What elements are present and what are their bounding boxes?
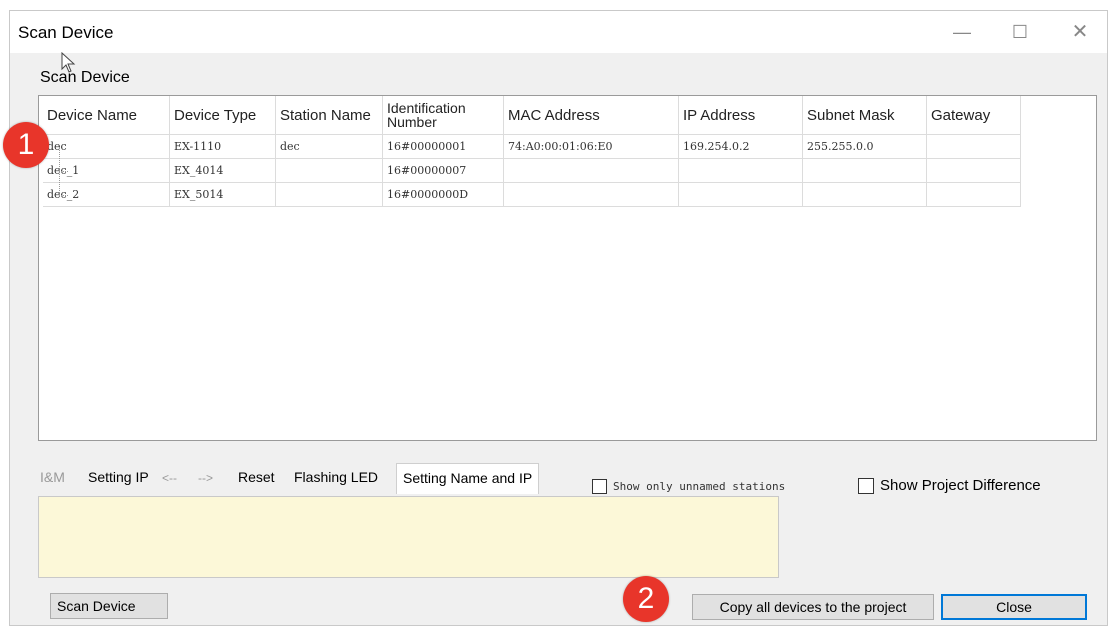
tab-im[interactable]: I&M (40, 469, 65, 485)
table-row[interactable]: dec_2 EX_5014 16#0000000D (43, 170, 1021, 207)
tab-setting-ip[interactable]: Setting IP (88, 469, 149, 485)
cell-identification-number: 16#00000007 (382, 158, 504, 183)
scan-device-button[interactable]: Scan Device (50, 593, 168, 619)
cell-device-type: EX_4014 (169, 158, 276, 183)
tab-flashing-led[interactable]: Flashing LED (294, 469, 378, 485)
table-row[interactable]: dec_1 EX_4014 16#00000007 (43, 146, 1021, 183)
cell-subnet-mask (802, 158, 927, 183)
cell-station-name: dec (275, 134, 383, 159)
close-button[interactable]: Close (941, 594, 1087, 620)
table-header-row: Device Name Device Type Station Name Ide… (43, 96, 1021, 135)
col-device-name[interactable]: Device Name (43, 96, 170, 135)
cell-identification-number: 16#00000001 (382, 134, 504, 159)
col-id-line1: Identification (387, 100, 466, 116)
col-gateway[interactable]: Gateway (926, 96, 1021, 135)
cell-device-name: dec_2 (43, 170, 170, 207)
cell-subnet-mask (802, 182, 927, 207)
table-row[interactable]: dec EX-1110 dec 16#00000001 74:A0:00:01:… (43, 134, 1021, 159)
cell-gateway (926, 158, 1021, 183)
cell-mac-address (503, 158, 679, 183)
tab-reset[interactable]: Reset (238, 469, 275, 485)
show-unnamed-checkbox[interactable]: Show only unnamed stations (592, 479, 785, 494)
checkbox-box[interactable] (858, 477, 874, 494)
show-project-difference-checkbox[interactable]: Show Project Difference (858, 477, 1041, 494)
cell-ip-address (678, 158, 803, 183)
cell-ip-address: 169.254.0.2 (678, 134, 803, 159)
tab-setting-name-and-ip[interactable]: Setting Name and IP (396, 463, 540, 494)
col-subnet-mask[interactable]: Subnet Mask (802, 96, 927, 135)
cell-device-name: dec_1 (43, 146, 170, 183)
scan-device-dialog: Scan Device — ☐ ✕ Scan Device Device Nam… (9, 10, 1108, 626)
device-grid[interactable]: Device Name Device Type Station Name Ide… (38, 95, 1097, 441)
device-table: Device Name Device Type Station Name Ide… (43, 96, 1021, 207)
col-id-line2: Number (387, 114, 437, 130)
cell-ip-address (678, 182, 803, 207)
checkbox-box[interactable] (592, 479, 607, 494)
copy-all-devices-button[interactable]: Copy all devices to the project (692, 594, 934, 620)
maximize-icon[interactable]: ☐ (1007, 19, 1033, 45)
action-tabs: I&M Setting IP <-- --> Reset Flashing LE… (40, 463, 560, 494)
cell-station-name (275, 158, 383, 183)
close-icon[interactable]: ✕ (1067, 19, 1093, 45)
title-bar: Scan Device — ☐ ✕ (10, 11, 1107, 53)
col-identification-number[interactable]: Identification Number (382, 96, 504, 135)
col-ip-address[interactable]: IP Address (678, 96, 803, 135)
tab-arrow-left[interactable]: <-- (162, 471, 177, 485)
cell-mac-address (503, 182, 679, 207)
cell-station-name (275, 182, 383, 207)
cell-subnet-mask: 255.255.0.0 (802, 134, 927, 159)
annotation-badge-2: 2 (623, 576, 669, 622)
cell-gateway (926, 134, 1021, 159)
cell-device-type: EX-1110 (169, 134, 276, 159)
cell-mac-address: 74:A0:00:01:06:E0 (503, 134, 679, 159)
annotation-badge-1: 1 (3, 122, 49, 168)
window-title: Scan Device (18, 23, 114, 42)
cell-device-name: dec (43, 134, 170, 159)
cell-device-type: EX_5014 (169, 182, 276, 207)
col-mac-address[interactable]: MAC Address (503, 96, 679, 135)
minimize-icon[interactable]: — (949, 19, 975, 45)
cell-gateway (926, 182, 1021, 207)
show-unnamed-label: Show only unnamed stations (613, 480, 786, 493)
message-area (38, 496, 779, 578)
show-project-difference-label: Show Project Difference (880, 477, 1041, 494)
tab-arrow-right[interactable]: --> (198, 471, 213, 485)
cell-identification-number: 16#0000000D (382, 182, 504, 207)
col-device-type[interactable]: Device Type (169, 96, 276, 135)
col-station-name[interactable]: Station Name (275, 96, 383, 135)
group-label: Scan Device (40, 69, 130, 86)
